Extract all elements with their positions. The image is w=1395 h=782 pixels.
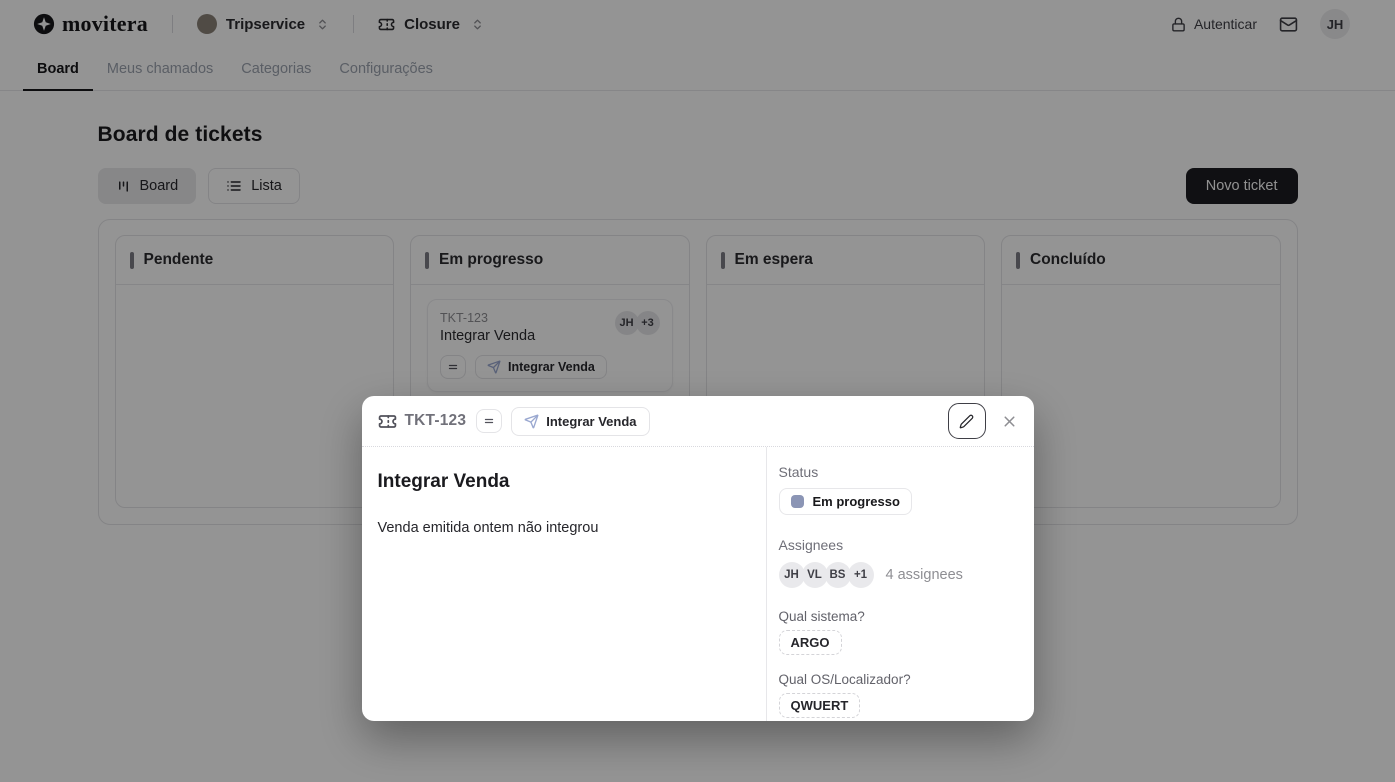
status-badge[interactable]: Em progresso xyxy=(779,488,912,515)
field-answer-badge: ARGO xyxy=(779,630,842,655)
ticket-detail-modal: TKT-123 Integrar Venda Integrar Venda Ve… xyxy=(362,396,1034,721)
send-icon xyxy=(524,414,539,429)
priority-badge xyxy=(476,409,502,433)
modal-body: Integrar Venda Venda emitida ontem não i… xyxy=(362,447,1034,721)
category-badge: Integrar Venda xyxy=(511,407,649,436)
field-answer-badge: QWUERT xyxy=(779,693,861,718)
modal-ticket-id: TKT-123 xyxy=(405,412,467,430)
ticket-description: Venda emitida ontem não integrou xyxy=(378,520,750,536)
field-question: Qual sistema? xyxy=(779,609,1020,624)
category-badge-label: Integrar Venda xyxy=(546,414,636,429)
assignees-summary: 4 assignees xyxy=(886,567,963,583)
status-heading: Status xyxy=(779,464,1020,480)
close-icon[interactable] xyxy=(1001,413,1018,430)
edit-button[interactable] xyxy=(948,403,986,439)
ticket-title: Integrar Venda xyxy=(378,471,750,493)
ticket-sidebar: Status Em progresso Assignees JH VL BS +… xyxy=(766,447,1034,721)
pencil-icon xyxy=(959,414,974,429)
assignees-heading: Assignees xyxy=(779,537,1020,553)
ticket-details: Integrar Venda Venda emitida ontem não i… xyxy=(362,447,766,721)
modal-header: TKT-123 Integrar Venda xyxy=(362,396,1034,447)
ticket-icon xyxy=(378,412,397,431)
field-question: Qual OS/Localizador? xyxy=(779,672,1020,687)
status-value: Em progresso xyxy=(813,494,900,509)
status-color-dot xyxy=(791,495,804,508)
avatar-overflow: +1 xyxy=(848,562,874,588)
assignees-row: JH VL BS +1 4 assignees xyxy=(779,562,1020,588)
